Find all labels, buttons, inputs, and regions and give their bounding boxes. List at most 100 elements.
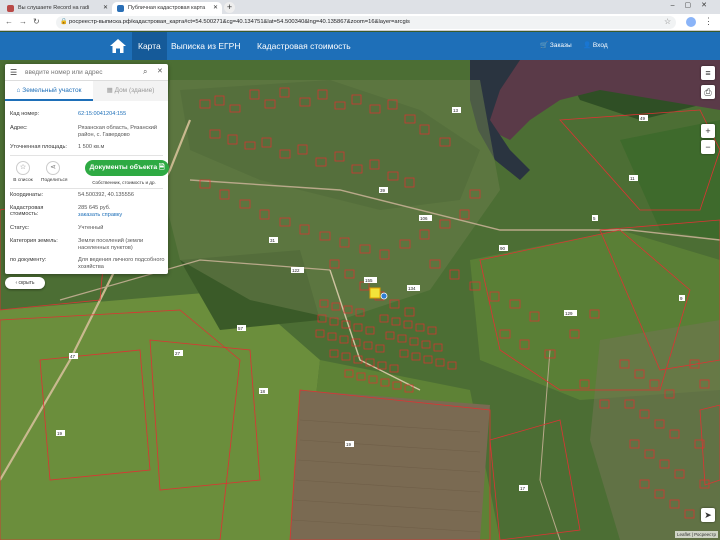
parcel-info-panel: ☰ ⌕ ✕ ⌂ Земельный участок ▦ Дом (здание)…: [5, 64, 169, 274]
parcel-number-label: 129: [565, 311, 573, 316]
nav-tab-map[interactable]: Карта: [132, 32, 167, 60]
print-button[interactable]: ⎙: [701, 85, 715, 99]
back-icon[interactable]: ←: [5, 17, 13, 26]
site-header: Карта Выписка из ЕГРН Кадастровая стоимо…: [0, 32, 720, 60]
search-input[interactable]: [25, 67, 140, 78]
lock-icon: 🔒: [60, 19, 68, 25]
category-value: Земли поселений (земли населенных пункто…: [78, 238, 144, 251]
browser-tabstrip: Вы слушаете Record на radi ✕ Публичная к…: [0, 0, 720, 14]
share-icon: ⋖: [46, 161, 60, 175]
minus-icon: −: [705, 142, 711, 152]
status-value: Учтенный: [78, 225, 104, 231]
tab-title: Публичная кадастровая карта: [128, 5, 206, 11]
browser-menu-icon[interactable]: ⋮: [704, 16, 713, 27]
tab-land-parcel[interactable]: ⌂ Земельный участок: [5, 81, 93, 101]
share-label: Поделиться: [41, 178, 68, 183]
url-text: росреестр-выписка.рф/кадастровая_карта#c…: [69, 19, 410, 25]
bookmark-star-icon[interactable]: ☆: [664, 17, 671, 26]
map-favicon-icon: [117, 5, 124, 12]
selected-parcel[interactable]: [369, 287, 381, 299]
tab-label: Земельный участок: [22, 87, 82, 94]
profile-avatar[interactable]: [686, 17, 696, 27]
search-icon[interactable]: ⌕: [143, 67, 147, 77]
nav-tab-egrn[interactable]: Выписка из ЕГРН: [165, 32, 246, 60]
field-label: Координаты:: [10, 192, 44, 198]
parcel-number-label: 122: [292, 268, 300, 273]
document-icon: 🗎: [159, 164, 165, 171]
object-documents-button[interactable]: Документы объекта 🗎: [85, 160, 169, 176]
map-attribution[interactable]: Leaflet | Росреестр: [674, 531, 718, 538]
parcel-number-label: 57: [238, 326, 244, 331]
zoom-out-button[interactable]: −: [701, 140, 715, 154]
field-label: Статус:: [10, 225, 30, 231]
parcel-number-label: 17: [520, 486, 526, 491]
parcel-number-label: 134: [408, 286, 416, 291]
reload-icon[interactable]: ↻: [33, 17, 40, 26]
url-field[interactable]: 🔒 росреестр-выписка.рф/кадастровая_карта…: [56, 16, 676, 29]
orders-link[interactable]: 🛒 Заказы: [540, 32, 572, 60]
tab-title: Вы слушаете Record на radi: [18, 5, 90, 11]
parcel-number-label: 18: [260, 389, 266, 394]
tab-building[interactable]: ▦ Дом (здание): [93, 81, 168, 101]
field-label: Адрес:: [10, 125, 28, 131]
building-icon: ▦: [106, 87, 113, 94]
parcel-number-label: 13: [453, 108, 459, 113]
browser-tab-map[interactable]: Публичная кадастровая карта ✕: [112, 2, 222, 14]
share-button[interactable]: ⋖ Поделиться: [41, 161, 68, 183]
parcel-icon: ⌂: [16, 87, 21, 94]
save-to-list-button[interactable]: ☆ В список: [11, 161, 35, 183]
new-tab-button[interactable]: +: [224, 2, 235, 13]
address-value: Рязанская область, Рязанский район, с. Г…: [78, 125, 158, 138]
area-value: 1 500 кв.м: [78, 144, 105, 150]
window-controls[interactable]: –▢✕: [671, 1, 717, 9]
parcel-number-label: 27: [175, 351, 181, 356]
orders-label: Заказы: [549, 42, 572, 49]
locate-button[interactable]: ➤: [701, 508, 715, 522]
field-label: Кад номер:: [10, 111, 40, 117]
hide-panel-button[interactable]: ‹ скрыть: [5, 277, 45, 289]
tab-label: Дом (здание): [114, 87, 155, 94]
field-label: по документу:: [10, 257, 47, 263]
search-bar: ☰ ⌕ ✕: [5, 64, 168, 81]
home-icon[interactable]: [109, 37, 127, 55]
panel-tabs: ⌂ Земельный участок ▦ Дом (здание): [5, 81, 168, 101]
location-marker-icon: [380, 292, 388, 300]
parcel-number-label: 39: [380, 188, 386, 193]
parcel-number-label: 19: [346, 442, 352, 447]
close-tab-icon[interactable]: ✕: [103, 2, 108, 14]
login-link[interactable]: 👤 Вход: [583, 32, 608, 60]
field-label: Кадастровая стоимость:: [10, 205, 44, 217]
nav-tab-cadastral-cost[interactable]: Кадастровая стоимость: [251, 32, 357, 60]
parcel-number-label: 19: [57, 431, 63, 436]
close-icon[interactable]: ✕: [157, 67, 163, 75]
parcel-number-label: 11: [630, 176, 635, 181]
divider: [10, 155, 163, 156]
forward-icon[interactable]: →: [19, 17, 27, 26]
hide-label: скрыть: [18, 280, 35, 286]
close-tab-icon[interactable]: ✕: [213, 2, 218, 14]
star-icon: ☆: [16, 161, 30, 175]
chevron-left-icon: ‹: [15, 280, 18, 286]
parcel-number-label: 90: [500, 246, 506, 251]
address-bar: ← → ↻ 🔒 росреестр-выписка.рф/кадастровая…: [0, 14, 720, 31]
parcel-number-label: 106: [420, 216, 428, 221]
menu-icon[interactable]: ☰: [10, 68, 17, 77]
coords-value: 54.500392, 40.135556: [78, 192, 134, 198]
cad-number-link[interactable]: 62:15:0041204:155: [78, 111, 166, 118]
zoom-in-button[interactable]: +: [701, 124, 715, 138]
parcel-number-label: 47: [70, 354, 76, 359]
field-label: Уточненная площадь:: [10, 144, 67, 150]
login-label: Вход: [592, 42, 608, 49]
order-certificate-link[interactable]: заказать справку: [78, 212, 166, 219]
locate-arrow-icon: ➤: [704, 510, 712, 520]
layers-button[interactable]: ≡: [701, 66, 715, 80]
cost-value: 285 645 руб.: [78, 205, 111, 211]
plus-icon: +: [705, 126, 711, 136]
print-icon: ⎙: [704, 87, 712, 97]
parcel-number-label: 155: [365, 278, 373, 283]
radio-favicon-icon: [7, 5, 14, 12]
cart-icon: 🛒: [540, 42, 549, 49]
parcel-number-label: 31: [270, 238, 276, 243]
divider: [10, 188, 163, 189]
browser-tab-radio[interactable]: Вы слушаете Record на radi ✕: [2, 2, 112, 14]
